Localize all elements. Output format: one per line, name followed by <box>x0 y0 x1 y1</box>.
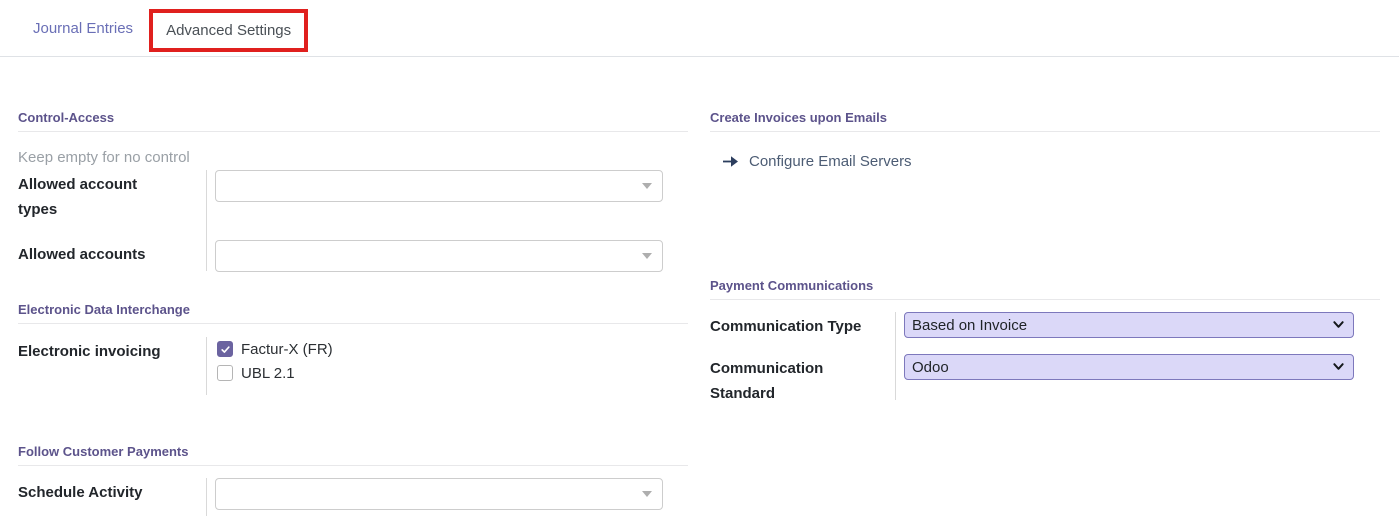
field-row: Allowed accounts <box>18 240 688 272</box>
checkbox-factur-x[interactable] <box>217 341 233 357</box>
communication-type-select[interactable]: Based on Invoice <box>904 312 1354 338</box>
checkbox-row-ubl[interactable]: UBL 2.1 <box>215 361 688 385</box>
annotation-highlight-box: Advanced Settings <box>149 8 309 52</box>
section-title-electronic-data-interchange: Electronic Data Interchange <box>18 302 688 324</box>
field-value-cell: Based on Invoice <box>895 312 1380 338</box>
tab-journal-entries[interactable]: Journal Entries <box>33 20 133 37</box>
communication-standard-select-wrap: Odoo <box>904 354 1354 380</box>
field-separator <box>206 337 207 395</box>
tab-bar: Journal Entries Advanced Settings <box>0 0 1399 57</box>
field-row: Electronic invoicing Factur-X (FR) UBL 2… <box>18 337 688 385</box>
field-separator <box>206 478 207 516</box>
control-access-field-group: Allowed account types Allowed accounts <box>18 170 688 272</box>
field-value-cell <box>206 170 688 202</box>
configure-email-servers-link[interactable]: Configure Email Servers <box>722 153 1380 170</box>
field-row: Communication Standard Odoo <box>710 354 1380 406</box>
follow-field-group: Schedule Activity <box>18 478 688 516</box>
allowed-accounts-dropdown <box>215 240 663 272</box>
allowed-account-types-input[interactable] <box>215 170 663 202</box>
allowed-account-types-dropdown <box>215 170 663 202</box>
field-value-cell: Odoo <box>895 354 1380 380</box>
schedule-activity-dropdown <box>215 478 663 510</box>
left-column: Control-Access Keep empty for no control… <box>18 57 688 516</box>
electronic-invoicing-label: Electronic invoicing <box>18 343 161 360</box>
arrow-right-icon <box>722 154 739 169</box>
section-title-create-invoices-upon-emails: Create Invoices upon Emails <box>710 110 1380 132</box>
allowed-accounts-label: Allowed accounts <box>18 246 146 263</box>
section-title-payment-communications: Payment Communications <box>710 278 1380 300</box>
tab-advanced-settings[interactable]: Advanced Settings <box>166 22 291 39</box>
check-icon <box>220 345 230 353</box>
field-value-cell: Factur-X (FR) UBL 2.1 <box>206 337 688 385</box>
field-separator <box>895 312 896 400</box>
schedule-activity-input[interactable] <box>215 478 663 510</box>
communication-standard-label: Communication Standard <box>710 360 824 402</box>
field-row: Communication Type Based on Invoice <box>710 312 1380 339</box>
checkbox-row-factur-x[interactable]: Factur-X (FR) <box>215 337 688 361</box>
field-row: Allowed account types <box>18 170 688 222</box>
checkbox-label: Factur-X (FR) <box>241 340 333 358</box>
field-value-cell <box>206 478 688 510</box>
payment-communications-field-group: Communication Type Based on Invoice Comm… <box>710 312 1380 406</box>
schedule-activity-label: Schedule Activity <box>18 484 143 501</box>
section-title-control-access: Control-Access <box>18 110 688 132</box>
field-value-cell <box>206 240 688 272</box>
checkbox-ubl[interactable] <box>217 365 233 381</box>
field-separator <box>206 170 207 271</box>
allowed-accounts-input[interactable] <box>215 240 663 272</box>
section-title-follow-customer-payments: Follow Customer Payments <box>18 444 688 466</box>
allowed-account-types-label: Allowed account types <box>18 176 138 218</box>
field-row: Schedule Activity <box>18 478 688 510</box>
communication-type-label: Communication Type <box>710 318 862 335</box>
communication-standard-select[interactable]: Odoo <box>904 354 1354 380</box>
control-access-hint: Keep empty for no control <box>18 149 190 166</box>
right-column: Create Invoices upon Emails Configure Em… <box>710 57 1380 510</box>
checkbox-label: UBL 2.1 <box>241 364 295 382</box>
edi-field-group: Electronic invoicing Factur-X (FR) UBL 2… <box>18 337 688 395</box>
communication-type-select-wrap: Based on Invoice <box>904 312 1354 338</box>
settings-content: Control-Access Keep empty for no control… <box>0 57 1399 516</box>
configure-email-servers-label: Configure Email Servers <box>749 153 912 170</box>
